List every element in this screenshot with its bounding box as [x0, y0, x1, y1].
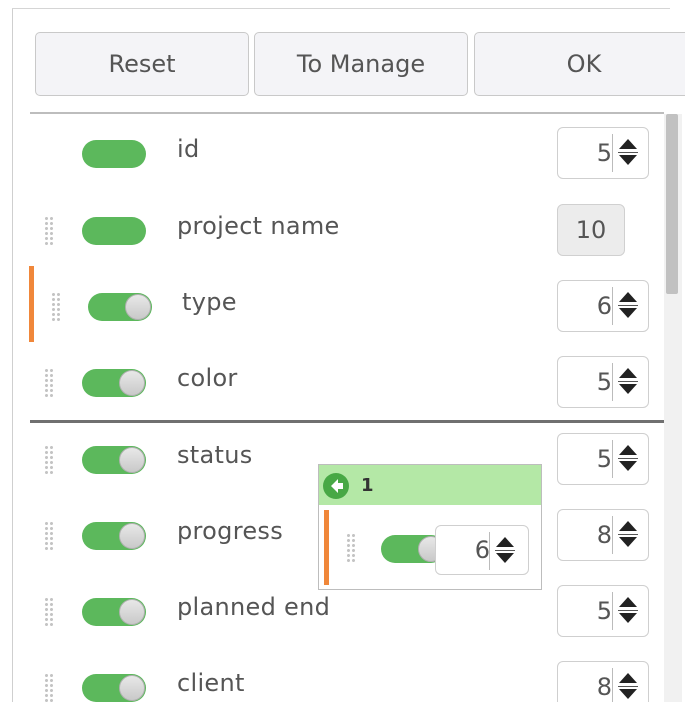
frozen-columns-divider[interactable]: [30, 420, 664, 423]
column-row-id: id 5: [30, 123, 660, 183]
stepper-divider: [612, 134, 613, 172]
drag-handle-icon[interactable]: [44, 445, 54, 475]
vertical-scrollbar[interactable]: [664, 114, 682, 702]
drag-handle-icon[interactable]: [44, 368, 54, 398]
stepper-divider: [612, 592, 613, 630]
visibility-toggle[interactable]: [82, 674, 146, 702]
column-label: id: [177, 135, 200, 163]
visibility-toggle[interactable]: [82, 217, 146, 245]
column-row-project-name: project name 10: [30, 200, 660, 260]
drag-count: 1: [361, 475, 374, 496]
stepper-divider: [612, 287, 613, 325]
panel-border-top: [12, 8, 670, 9]
stepper-arrows-icon[interactable]: [618, 596, 638, 626]
stepper-value[interactable]: 5: [597, 445, 612, 473]
stepper-arrows-icon[interactable]: [618, 138, 638, 168]
stepper-value[interactable]: 8: [597, 673, 612, 701]
width-stepper[interactable]: 5: [557, 585, 649, 637]
stepper-arrows-icon[interactable]: [618, 672, 638, 702]
fixed-width-value: 10: [557, 204, 625, 256]
column-row-type: type 6: [30, 276, 660, 336]
visibility-toggle[interactable]: [88, 293, 152, 321]
to-manage-button[interactable]: To Manage: [254, 32, 468, 96]
stepper-divider: [612, 516, 613, 554]
visibility-toggle[interactable]: [82, 369, 146, 397]
drag-indicator: [324, 510, 329, 585]
back-arrow-icon[interactable]: [323, 473, 349, 499]
stepper-arrows-icon[interactable]: [618, 520, 638, 550]
ok-button[interactable]: OK: [474, 32, 685, 96]
width-stepper[interactable]: 5: [557, 433, 649, 485]
drag-handle-icon[interactable]: [44, 216, 54, 246]
stepper-divider: [612, 668, 613, 702]
column-label: planned end: [177, 593, 331, 621]
column-label: client: [177, 669, 245, 697]
width-stepper[interactable]: 5: [557, 356, 649, 408]
stepper-value: 6: [474, 536, 490, 564]
reset-button[interactable]: Reset: [35, 32, 249, 96]
stepper-divider: [489, 532, 490, 570]
width-stepper[interactable]: 8: [557, 661, 649, 702]
visibility-toggle[interactable]: [82, 140, 146, 168]
stepper-arrows-icon: [495, 536, 515, 566]
column-row-color: color 5: [30, 352, 660, 412]
drag-handle-icon[interactable]: [44, 521, 54, 551]
width-stepper[interactable]: 8: [557, 509, 649, 561]
width-stepper[interactable]: 5: [557, 127, 649, 179]
drag-preview-popup: 1 6: [318, 464, 542, 590]
visibility-toggle[interactable]: [82, 522, 146, 550]
width-stepper[interactable]: 6: [557, 280, 649, 332]
header-divider: [30, 112, 664, 114]
stepper-divider: [612, 440, 613, 478]
stepper-arrows-icon[interactable]: [618, 444, 638, 474]
stepper-arrows-icon[interactable]: [618, 367, 638, 397]
stepper-value[interactable]: 8: [597, 521, 612, 549]
column-label: progress: [177, 517, 284, 545]
drag-handle-icon[interactable]: [44, 597, 54, 627]
column-row-client: client 8: [30, 657, 660, 702]
width-stepper: 6: [435, 525, 529, 575]
stepper-divider: [612, 363, 613, 401]
stepper-value[interactable]: 5: [597, 139, 612, 167]
panel-border-left: [12, 8, 13, 702]
column-label: project name: [177, 212, 340, 240]
column-row-planned-end: planned end 5: [30, 581, 660, 641]
drag-handle-icon[interactable]: [51, 292, 61, 322]
drag-handle-icon: [346, 533, 356, 563]
stepper-value[interactable]: 6: [597, 292, 612, 320]
column-label: color: [177, 364, 238, 392]
drag-handle-icon[interactable]: [44, 673, 54, 702]
stepper-arrows-icon[interactable]: [618, 291, 638, 321]
scrollbar-thumb[interactable]: [666, 114, 678, 294]
column-label: type: [182, 288, 237, 316]
stepper-value[interactable]: 5: [597, 368, 612, 396]
stepper-value[interactable]: 5: [597, 597, 612, 625]
visibility-toggle[interactable]: [82, 598, 146, 626]
visibility-toggle[interactable]: [82, 446, 146, 474]
drag-preview-header: 1: [319, 465, 541, 505]
column-label: status: [177, 441, 253, 469]
